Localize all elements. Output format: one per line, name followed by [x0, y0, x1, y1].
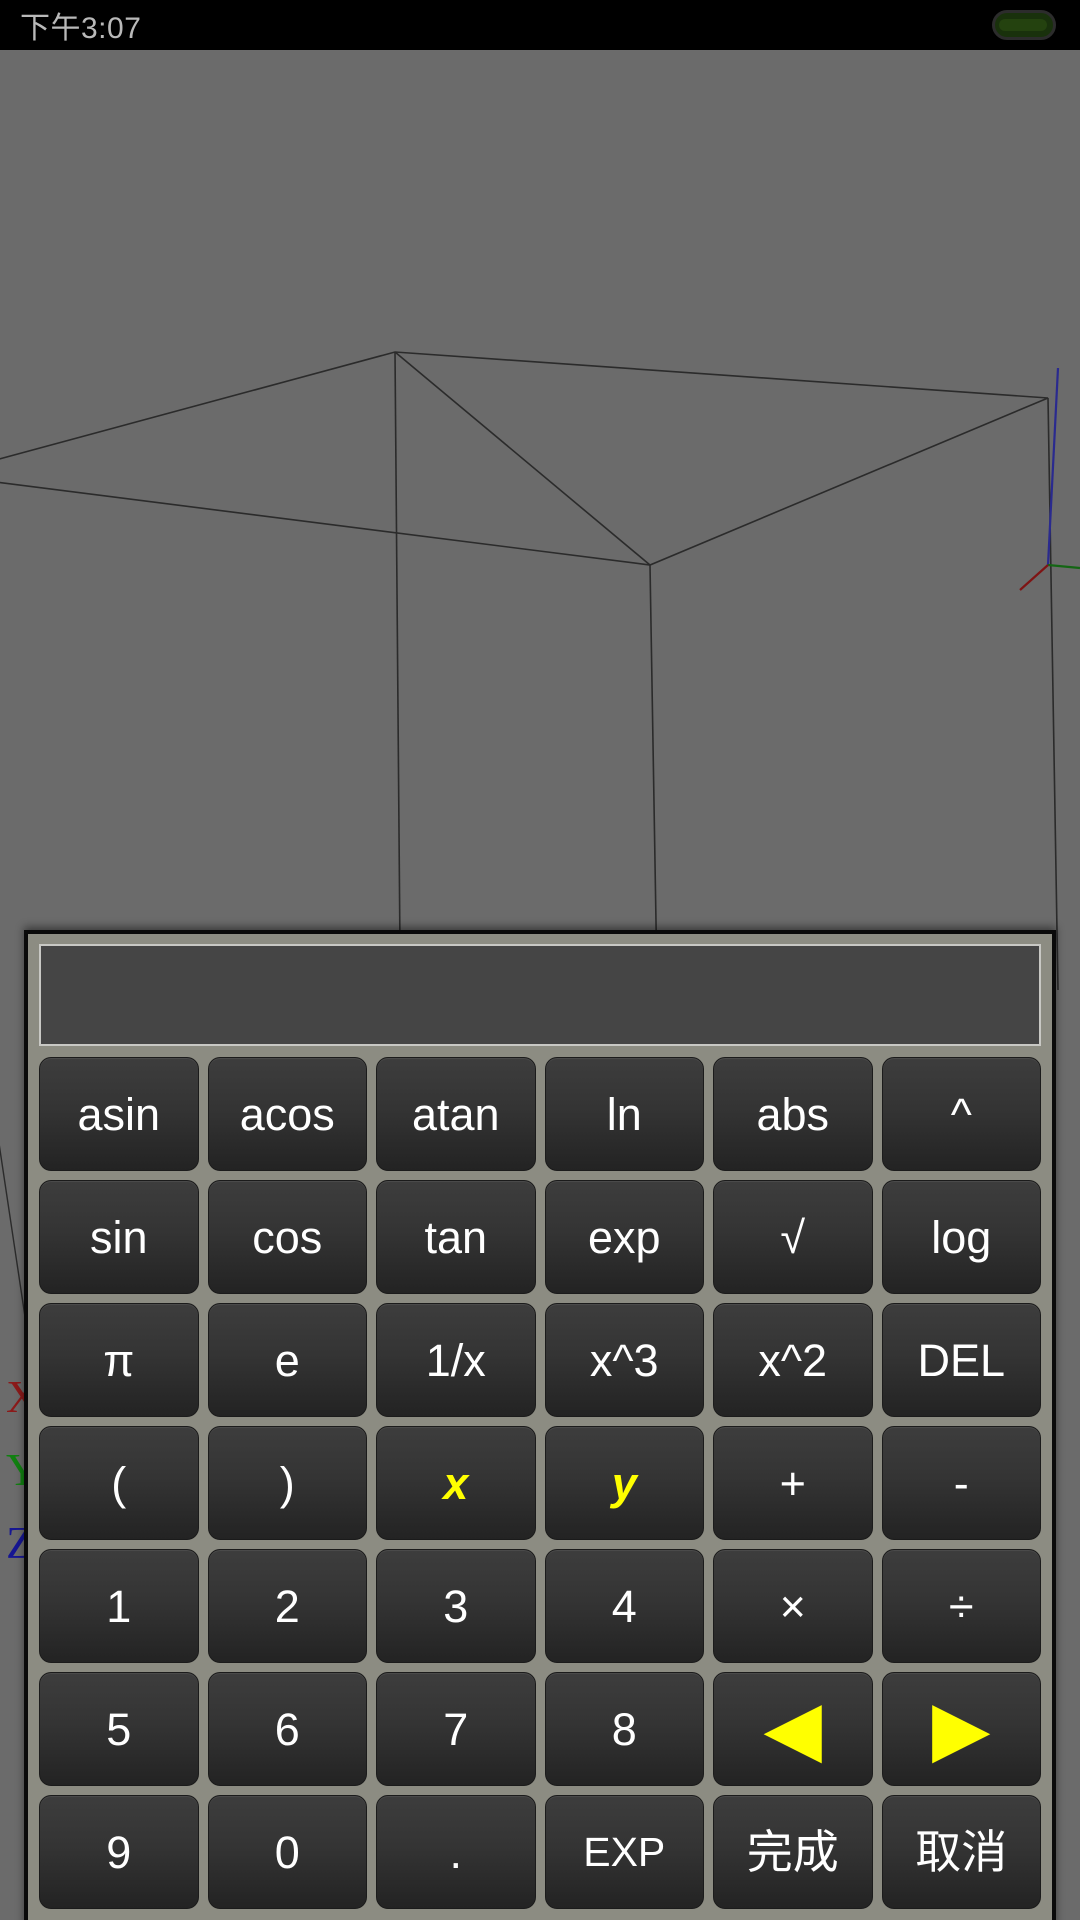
key-pi[interactable]: π: [39, 1303, 199, 1417]
key-8[interactable]: 8: [544, 1672, 704, 1786]
key-exponent[interactable]: EXP: [544, 1795, 704, 1909]
key-7[interactable]: 7: [376, 1672, 536, 1786]
key-cursor-left-icon[interactable]: ◀: [713, 1672, 873, 1786]
key-minus[interactable]: -: [881, 1426, 1041, 1540]
key-square[interactable]: x^2: [713, 1303, 873, 1417]
key-decimal-point[interactable]: .: [376, 1795, 536, 1909]
key-cursor-right-icon: ▶: [932, 1686, 991, 1771]
key-atan[interactable]: atan: [376, 1057, 536, 1171]
key-5[interactable]: 5: [39, 1672, 199, 1786]
key-plus[interactable]: +: [713, 1426, 873, 1540]
key-0[interactable]: 0: [207, 1795, 367, 1909]
key-asin[interactable]: asin: [39, 1057, 199, 1171]
key-1[interactable]: 1: [39, 1549, 199, 1663]
key-paren-close[interactable]: ): [207, 1426, 367, 1540]
keypad-grid: asin acos atan ln abs ^ sin cos tan exp √ log π e 1/x x…: [39, 1057, 1041, 1909]
key-9[interactable]: 9: [39, 1795, 199, 1909]
key-cursor-left-icon: ◀: [763, 1686, 822, 1771]
key-cube[interactable]: x^3: [544, 1303, 704, 1417]
key-reciprocal[interactable]: 1/x: [376, 1303, 536, 1417]
key-power[interactable]: ^: [881, 1057, 1041, 1171]
key-delete[interactable]: DEL: [881, 1303, 1041, 1417]
app-screen: 下午3:07 X Y asin acos atan ln abs ^ sin c…: [0, 0, 1080, 1920]
key-2[interactable]: 2: [207, 1549, 367, 1663]
status-clock: 下午3:07: [20, 12, 142, 45]
expression-input[interactable]: [39, 944, 1041, 1046]
key-divide[interactable]: ÷: [881, 1549, 1041, 1663]
key-6[interactable]: 6: [207, 1672, 367, 1786]
key-cursor-right-icon[interactable]: ▶: [881, 1672, 1041, 1786]
calculator-keypad-panel: asin acos atan ln abs ^ sin cos tan exp √ log π e 1/x x…: [24, 930, 1056, 1920]
key-4[interactable]: 4: [544, 1549, 704, 1663]
key-exp[interactable]: exp: [544, 1180, 704, 1294]
status-bar: 下午3:07: [0, 0, 1080, 50]
key-var-x[interactable]: x: [376, 1426, 536, 1540]
key-cos[interactable]: cos: [207, 1180, 367, 1294]
key-e[interactable]: e: [207, 1303, 367, 1417]
battery-icon: [992, 10, 1056, 40]
key-cancel[interactable]: 取消: [881, 1795, 1041, 1909]
key-done[interactable]: 完成: [713, 1795, 873, 1909]
key-paren-open[interactable]: (: [39, 1426, 199, 1540]
key-sin[interactable]: sin: [39, 1180, 199, 1294]
key-sqrt[interactable]: √: [713, 1180, 873, 1294]
key-ln[interactable]: ln: [544, 1057, 704, 1171]
key-acos[interactable]: acos: [207, 1057, 367, 1171]
key-multiply[interactable]: ×: [713, 1549, 873, 1663]
key-tan[interactable]: tan: [376, 1180, 536, 1294]
key-abs[interactable]: abs: [713, 1057, 873, 1171]
key-var-y[interactable]: y: [544, 1426, 704, 1540]
key-3[interactable]: 3: [376, 1549, 536, 1663]
key-log[interactable]: log: [881, 1180, 1041, 1294]
